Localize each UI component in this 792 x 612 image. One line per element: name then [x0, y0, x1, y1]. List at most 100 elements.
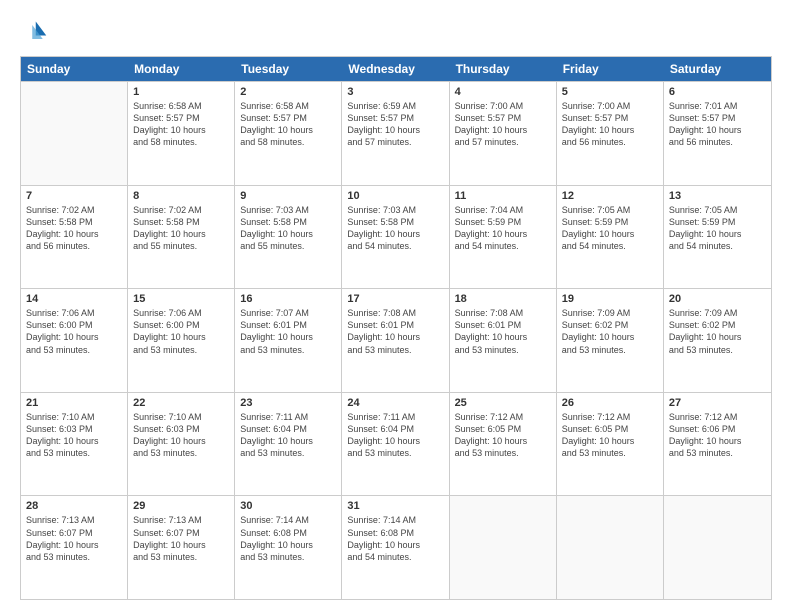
cell-info: Sunrise: 7:06 AM Sunset: 6:00 PM Dayligh… — [133, 307, 229, 356]
cell-info: Sunrise: 7:13 AM Sunset: 6:07 PM Dayligh… — [26, 514, 122, 563]
calendar-row-5: 28 Sunrise: 7:13 AM Sunset: 6:07 PM Dayli… — [21, 495, 771, 599]
table-row: 2 Sunrise: 6:58 AM Sunset: 5:57 PM Daylig… — [235, 82, 342, 185]
header-monday: Monday — [128, 57, 235, 81]
day-number: 4 — [455, 86, 551, 98]
day-number: 8 — [133, 190, 229, 202]
calendar-header-row: Sunday Monday Tuesday Wednesday Thursday… — [21, 57, 771, 81]
calendar: Sunday Monday Tuesday Wednesday Thursday… — [20, 56, 772, 600]
cell-info: Sunrise: 7:09 AM Sunset: 6:02 PM Dayligh… — [669, 307, 766, 356]
table-row: 21 Sunrise: 7:10 AM Sunset: 6:03 PM Dayli… — [21, 393, 128, 496]
day-number: 31 — [347, 500, 443, 512]
table-row: 28 Sunrise: 7:13 AM Sunset: 6:07 PM Dayli… — [21, 496, 128, 599]
cell-info: Sunrise: 6:58 AM Sunset: 5:57 PM Dayligh… — [240, 100, 336, 149]
table-row — [21, 82, 128, 185]
day-number: 6 — [669, 86, 766, 98]
table-row: 31 Sunrise: 7:14 AM Sunset: 6:08 PM Dayli… — [342, 496, 449, 599]
cell-info: Sunrise: 7:03 AM Sunset: 5:58 PM Dayligh… — [347, 204, 443, 253]
table-row: 13Sunrise: 7:05 AM Sunset: 5:59 PM Dayli… — [664, 186, 771, 289]
day-number: 23 — [240, 397, 336, 409]
cell-info: Sunrise: 7:09 AM Sunset: 6:02 PM Dayligh… — [562, 307, 658, 356]
cell-info: Sunrise: 7:04 AM Sunset: 5:59 PM Dayligh… — [455, 204, 551, 253]
day-number: 16 — [240, 293, 336, 305]
cell-info: Sunrise: 7:06 AM Sunset: 6:00 PM Dayligh… — [26, 307, 122, 356]
day-number: 14 — [26, 293, 122, 305]
table-row: 26 Sunrise: 7:12 AM Sunset: 6:05 PM Dayli… — [557, 393, 664, 496]
cell-info: Sunrise: 7:11 AM Sunset: 6:04 PM Dayligh… — [347, 411, 443, 460]
table-row: 14 Sunrise: 7:06 AM Sunset: 6:00 PM Dayli… — [21, 289, 128, 392]
day-number: 2 — [240, 86, 336, 98]
table-row: 25Sunrise: 7:12 AM Sunset: 6:05 PM Dayli… — [450, 393, 557, 496]
day-number: 3 — [347, 86, 443, 98]
cell-info: Sunrise: 6:59 AM Sunset: 5:57 PM Dayligh… — [347, 100, 443, 149]
header-tuesday: Tuesday — [235, 57, 342, 81]
cell-info: Sunrise: 7:05 AM Sunset: 5:59 PM Dayligh… — [562, 204, 658, 253]
table-row: 4 Sunrise: 7:00 AM Sunset: 5:57 PM Daylig… — [450, 82, 557, 185]
table-row: 18 Sunrise: 7:08 AM Sunset: 6:01 PM Dayli… — [450, 289, 557, 392]
cell-info: Sunrise: 7:01 AM Sunset: 5:57 PM Dayligh… — [669, 100, 766, 149]
day-number: 1 — [133, 86, 229, 98]
cell-info: Sunrise: 7:13 AM Sunset: 6:07 PM Dayligh… — [133, 514, 229, 563]
header — [20, 18, 772, 46]
table-row — [450, 496, 557, 599]
day-number: 10 — [347, 190, 443, 202]
calendar-row-3: 14 Sunrise: 7:06 AM Sunset: 6:00 PM Dayli… — [21, 288, 771, 392]
table-row: 16 Sunrise: 7:07 AM Sunset: 6:01 PM Dayli… — [235, 289, 342, 392]
header-friday: Friday — [557, 57, 664, 81]
header-wednesday: Wednesday — [342, 57, 449, 81]
page: Sunday Monday Tuesday Wednesday Thursday… — [0, 0, 792, 612]
table-row: 20 Sunrise: 7:09 AM Sunset: 6:02 PM Dayli… — [664, 289, 771, 392]
day-number: 7 — [26, 190, 122, 202]
table-row: 3 Sunrise: 6:59 AM Sunset: 5:57 PM Daylig… — [342, 82, 449, 185]
calendar-body: 1 Sunrise: 6:58 AM Sunset: 5:57 PM Daylig… — [21, 81, 771, 599]
cell-info: Sunrise: 7:10 AM Sunset: 6:03 PM Dayligh… — [133, 411, 229, 460]
table-row: 27 Sunrise: 7:12 AM Sunset: 6:06 PM Dayli… — [664, 393, 771, 496]
day-number: 5 — [562, 86, 658, 98]
table-row: 7 Sunrise: 7:02 AM Sunset: 5:58 PM Daylig… — [21, 186, 128, 289]
table-row: 10 Sunrise: 7:03 AM Sunset: 5:58 PM Dayli… — [342, 186, 449, 289]
table-row: 22 Sunrise: 7:10 AM Sunset: 6:03 PM Dayli… — [128, 393, 235, 496]
table-row: 11Sunrise: 7:04 AM Sunset: 5:59 PM Dayli… — [450, 186, 557, 289]
table-row: 19 Sunrise: 7:09 AM Sunset: 6:02 PM Dayli… — [557, 289, 664, 392]
table-row: 12 Sunrise: 7:05 AM Sunset: 5:59 PM Dayli… — [557, 186, 664, 289]
cell-info: Sunrise: 7:02 AM Sunset: 5:58 PM Dayligh… — [133, 204, 229, 253]
table-row: 23 Sunrise: 7:11 AM Sunset: 6:04 PM Dayli… — [235, 393, 342, 496]
table-row — [557, 496, 664, 599]
cell-info: Sunrise: 7:10 AM Sunset: 6:03 PM Dayligh… — [26, 411, 122, 460]
cell-info: Sunrise: 7:00 AM Sunset: 5:57 PM Dayligh… — [455, 100, 551, 149]
table-row: 1Sunrise: 6:58 AM Sunset: 5:57 PM Daylig… — [128, 82, 235, 185]
day-number: 15 — [133, 293, 229, 305]
table-row: 17 Sunrise: 7:08 AM Sunset: 6:01 PM Dayli… — [342, 289, 449, 392]
day-number: 26 — [562, 397, 658, 409]
cell-info: Sunrise: 7:11 AM Sunset: 6:04 PM Dayligh… — [240, 411, 336, 460]
cell-info: Sunrise: 7:02 AM Sunset: 5:58 PM Dayligh… — [26, 204, 122, 253]
table-row: 29 Sunrise: 7:13 AM Sunset: 6:07 PM Dayli… — [128, 496, 235, 599]
table-row: 5 Sunrise: 7:00 AM Sunset: 5:57 PM Daylig… — [557, 82, 664, 185]
cell-info: Sunrise: 7:08 AM Sunset: 6:01 PM Dayligh… — [347, 307, 443, 356]
calendar-row-1: 1 Sunrise: 6:58 AM Sunset: 5:57 PM Daylig… — [21, 81, 771, 185]
day-number: 21 — [26, 397, 122, 409]
cell-info: Sunrise: 7:00 AM Sunset: 5:57 PM Dayligh… — [562, 100, 658, 149]
cell-info: Sunrise: 7:14 AM Sunset: 6:08 PM Dayligh… — [240, 514, 336, 563]
day-number: 18 — [455, 293, 551, 305]
cell-info: Sunrise: 7:12 AM Sunset: 6:06 PM Dayligh… — [669, 411, 766, 460]
cell-info: Sunrise: 7:12 AM Sunset: 6:05 PM Dayligh… — [562, 411, 658, 460]
table-row: 8 Sunrise: 7:02 AM Sunset: 5:58 PM Daylig… — [128, 186, 235, 289]
day-number: 22 — [133, 397, 229, 409]
cell-info: Sunrise: 7:03 AM Sunset: 5:58 PM Dayligh… — [240, 204, 336, 253]
day-number: 29 — [133, 500, 229, 512]
table-row: 24Sunrise: 7:11 AM Sunset: 6:04 PM Dayli… — [342, 393, 449, 496]
cell-info: Sunrise: 7:08 AM Sunset: 6:01 PM Dayligh… — [455, 307, 551, 356]
day-number: 17 — [347, 293, 443, 305]
day-number: 19 — [562, 293, 658, 305]
cell-info: Sunrise: 7:07 AM Sunset: 6:01 PM Dayligh… — [240, 307, 336, 356]
day-number: 9 — [240, 190, 336, 202]
day-number: 13 — [669, 190, 766, 202]
day-number: 28 — [26, 500, 122, 512]
table-row: 9 Sunrise: 7:03 AM Sunset: 5:58 PM Daylig… — [235, 186, 342, 289]
day-number: 12 — [562, 190, 658, 202]
day-number: 30 — [240, 500, 336, 512]
cell-info: Sunrise: 7:14 AM Sunset: 6:08 PM Dayligh… — [347, 514, 443, 563]
logo — [20, 18, 52, 46]
day-number: 27 — [669, 397, 766, 409]
day-number: 20 — [669, 293, 766, 305]
